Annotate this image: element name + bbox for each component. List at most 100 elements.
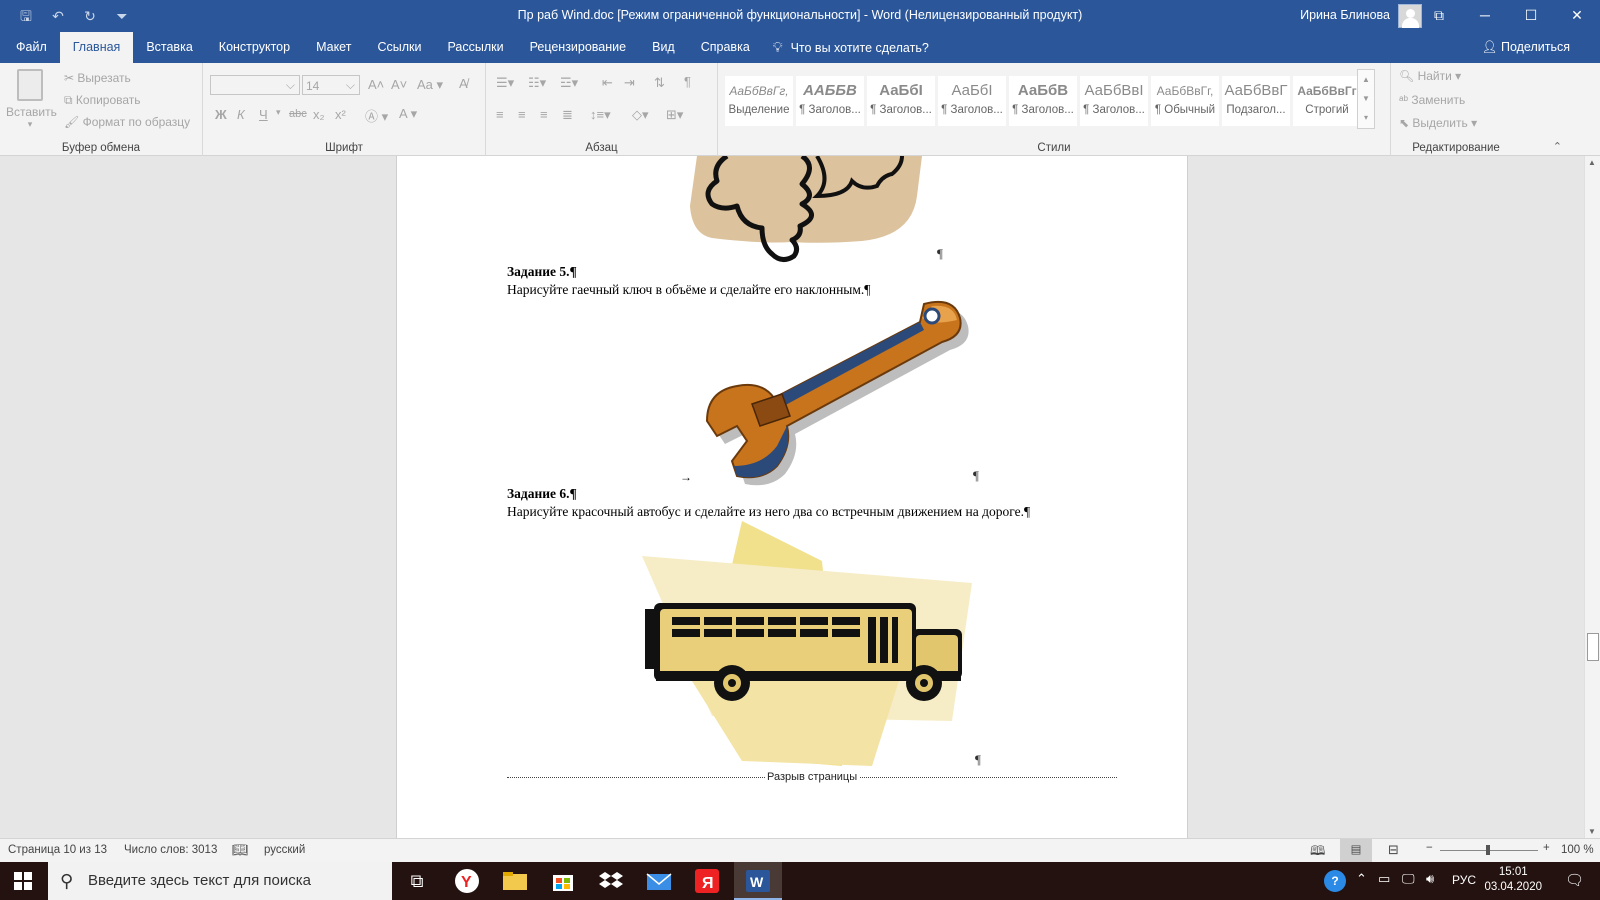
decrease-indent-icon[interactable]: ⇤ — [602, 75, 613, 91]
change-case-button[interactable]: Aa ▾ — [417, 77, 443, 93]
file-explorer-icon[interactable] — [500, 866, 530, 896]
input-language[interactable]: РУС — [1452, 873, 1476, 887]
align-center-icon[interactable]: ≡ — [518, 107, 526, 122]
find-button[interactable]: 🔍︎ Найти ▾ — [1399, 69, 1461, 83]
style-item[interactable]: АаБбВвГг, Выделение — [724, 75, 794, 127]
volume-icon[interactable]: 🔊︎ — [1426, 871, 1434, 887]
copy-button[interactable]: ⧉ Копировать — [64, 93, 141, 108]
tab-mailings[interactable]: Рассылки — [434, 32, 516, 63]
task-view-icon[interactable]: ⧉ — [402, 866, 432, 896]
subscript-button[interactable]: x₂ — [313, 107, 325, 122]
tab-help[interactable]: Справка — [688, 32, 763, 63]
italic-button[interactable]: К — [237, 107, 245, 122]
style-item[interactable]: АаБбІ ¶ Заголов... — [866, 75, 936, 127]
shrink-font-icon[interactable]: A˅ — [391, 77, 407, 92]
clock[interactable]: 15:01 03.04.2020 — [1484, 865, 1542, 895]
zoom-slider[interactable] — [1440, 845, 1538, 855]
read-mode-icon[interactable]: 🕮︎ — [1310, 842, 1325, 864]
tab-view[interactable]: Вид — [639, 32, 688, 63]
strikethrough-button[interactable]: abc — [289, 108, 307, 120]
proofing-icon[interactable]: 📖︎ — [232, 842, 249, 858]
style-item[interactable]: АаБбВвІ ¶ Заголов... — [1079, 75, 1149, 127]
select-button[interactable]: ⬉ Выделить ▾ — [1399, 116, 1477, 130]
scroll-thumb[interactable] — [1587, 633, 1599, 661]
clear-formatting-icon[interactable]: A̸ — [459, 76, 468, 91]
style-item[interactable]: АаБбВвГ Подзагол... — [1221, 75, 1291, 127]
zoom-level[interactable]: 100 % — [1561, 844, 1594, 856]
show-hidden-icons[interactable]: ⌃ — [1356, 871, 1367, 887]
task5-heading[interactable]: Задание 5.¶ — [507, 264, 577, 280]
align-left-icon[interactable]: ≡ — [496, 107, 504, 122]
taskbar-search[interactable]: ⚲ Введите здесь текст для поиска — [48, 862, 392, 900]
user-name[interactable]: Ирина Блинова — [1300, 8, 1390, 22]
tab-layout[interactable]: Макет — [303, 32, 364, 63]
line-spacing-icon[interactable]: ↕≡▾ — [590, 107, 611, 123]
ribbon-display-icon[interactable]: ⧉ — [1416, 0, 1462, 32]
yandex-browser-icon[interactable]: Y — [452, 866, 482, 896]
word-taskbar-item[interactable]: W — [734, 862, 782, 900]
align-right-icon[interactable]: ≡ — [540, 107, 548, 122]
font-size-select[interactable]: 14 ⌵ — [302, 75, 360, 95]
document-page[interactable]: ¶ Задание 5.¶ Нарисуйте гаечный ключ в о… — [396, 156, 1188, 838]
vertical-scrollbar[interactable]: ▲ ▼ — [1584, 156, 1600, 838]
replace-button[interactable]: ᵃᵇ Заменить — [1399, 93, 1465, 107]
print-layout-icon[interactable]: ▤ — [1340, 839, 1372, 862]
web-layout-icon[interactable]: ⊟ — [1388, 842, 1399, 858]
start-button[interactable] — [0, 862, 46, 900]
wrench-image[interactable] — [692, 296, 982, 486]
style-item[interactable]: АаБбІ ¶ Заголов... — [937, 75, 1007, 127]
scroll-up-icon[interactable]: ▲ — [1588, 158, 1596, 167]
help-icon[interactable]: ? — [1324, 870, 1346, 892]
zoom-thumb[interactable] — [1486, 845, 1490, 855]
tab-review[interactable]: Рецензирование — [517, 32, 640, 63]
zoom-in-icon[interactable]: + — [1543, 842, 1550, 854]
tell-me-box[interactable]: 💡︎ Что вы хотите сделать? — [773, 39, 929, 56]
justify-icon[interactable]: ≣ — [562, 107, 573, 123]
share-button[interactable]: 👤︎ Поделиться — [1482, 40, 1570, 55]
style-item[interactable]: АаБбВвГг Строгий — [1292, 75, 1362, 127]
paste-button[interactable]: Вставить ▾ — [6, 69, 57, 130]
styles-scroll[interactable]: ▲ ▼ ▾ — [1357, 69, 1375, 129]
font-name-select[interactable]: ⌵ — [210, 75, 300, 95]
tab-home[interactable]: Главная — [59, 32, 134, 63]
show-marks-icon[interactable]: ¶ — [684, 74, 691, 89]
font-color-icon[interactable]: A ▾ — [399, 106, 417, 122]
multilevel-list-icon[interactable]: ☲▾ — [560, 75, 578, 91]
tab-design[interactable]: Конструктор — [206, 32, 303, 63]
sort-icon[interactable]: ⇅ — [654, 75, 665, 91]
superscript-button[interactable]: x² — [335, 107, 346, 122]
task6-heading[interactable]: Задание 6.¶ — [507, 486, 577, 502]
format-painter-button[interactable]: 🖌︎ Формат по образцу — [64, 115, 190, 129]
tab-file[interactable]: Файл — [3, 32, 60, 63]
zoom-out-icon[interactable]: − — [1426, 842, 1433, 854]
notifications-icon[interactable]: 🗨︎ — [1565, 871, 1584, 889]
store-icon[interactable] — [548, 866, 578, 896]
underline-dropdown-icon[interactable]: ▾ — [276, 107, 281, 118]
scroll-down-icon[interactable]: ▼ — [1588, 827, 1596, 836]
bullets-icon[interactable]: ☰▾ — [496, 75, 514, 91]
shading-icon[interactable]: ◇▾ — [632, 107, 649, 123]
battery-icon[interactable]: ▭ — [1378, 871, 1390, 887]
grow-font-icon[interactable]: A˄ — [368, 77, 384, 92]
text-effects-icon[interactable]: Ⓐ ▾ — [365, 106, 388, 125]
word-count[interactable]: Число слов: 3013 — [124, 844, 217, 856]
minimize-button[interactable]: ─ — [1462, 0, 1508, 32]
cut-button[interactable]: ✂ Вырезать — [64, 71, 131, 85]
mail-icon[interactable] — [644, 866, 674, 896]
collapse-ribbon-icon[interactable]: ⌃ — [1553, 140, 1562, 153]
style-item[interactable]: ААББВ ¶ Заголов... — [795, 75, 865, 127]
page-count[interactable]: Страница 10 из 13 — [8, 844, 107, 856]
numbering-icon[interactable]: ☷▾ — [528, 75, 546, 91]
restore-button[interactable]: ☐ — [1508, 0, 1554, 32]
tab-references[interactable]: Ссылки — [364, 32, 434, 63]
leaf-image[interactable] — [682, 156, 942, 266]
dropbox-icon[interactable] — [596, 866, 626, 896]
underline-button[interactable]: Ч — [259, 107, 268, 122]
language[interactable]: русский — [264, 844, 305, 856]
task6-text[interactable]: Нарисуйте красочный автобус и сделайте и… — [507, 504, 1030, 520]
tab-insert[interactable]: Вставка — [133, 32, 205, 63]
style-item[interactable]: АаБбВ ¶ Заголов... — [1008, 75, 1078, 127]
bold-button[interactable]: Ж — [215, 107, 227, 122]
network-icon[interactable]: 🖵︎ — [1402, 871, 1415, 887]
borders-icon[interactable]: ⊞▾ — [666, 107, 683, 123]
